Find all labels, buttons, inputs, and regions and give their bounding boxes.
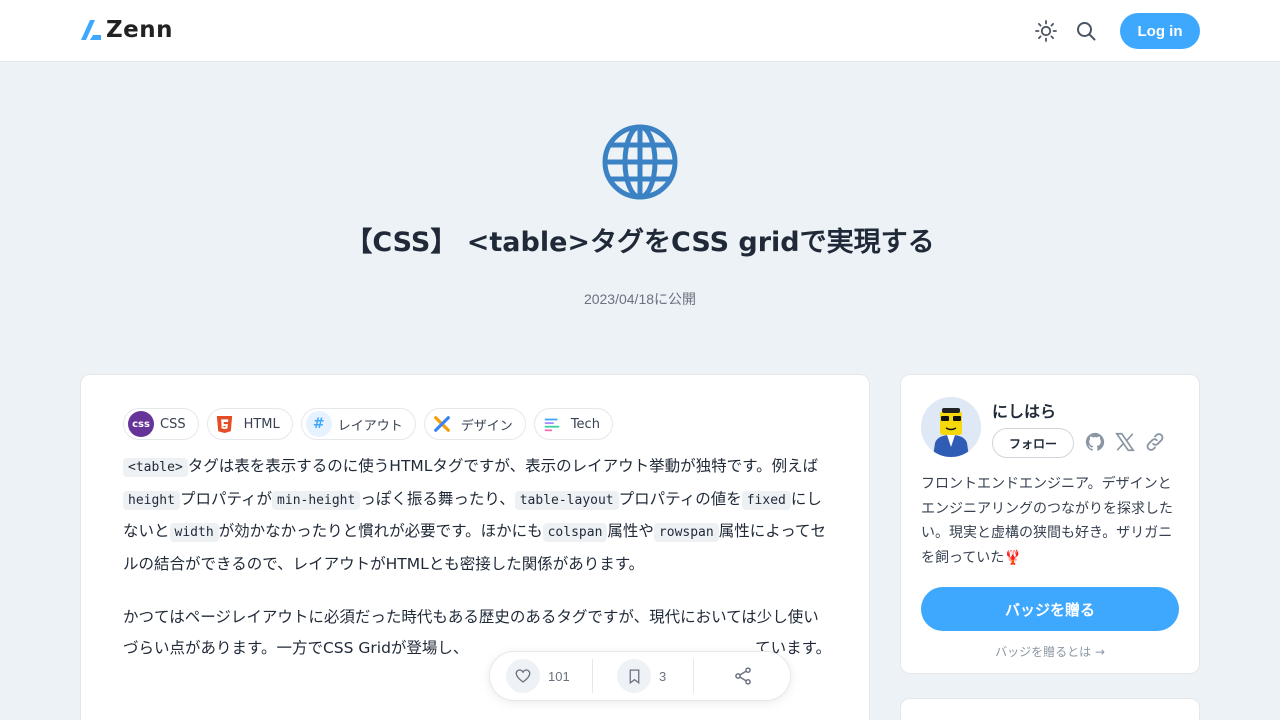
zenn-logo[interactable]: Zenn <box>80 17 173 43</box>
author-avatar[interactable] <box>921 397 981 457</box>
code-inline: rowspan <box>653 523 719 542</box>
text: 属性や <box>607 522 654 540</box>
author-name[interactable]: にしはら <box>992 398 1056 422</box>
search-button[interactable] <box>1074 19 1098 43</box>
sun-icon <box>1035 20 1057 42</box>
text: プロパティが <box>179 489 273 508</box>
css-icon: css <box>128 411 154 437</box>
hashtag-icon: # <box>305 411 332 437</box>
github-link[interactable] <box>1084 431 1108 455</box>
tag-tech[interactable]: Tech <box>533 408 613 440</box>
tag-layout[interactable]: # レイアウト <box>300 408 416 440</box>
code-inline: width <box>169 523 219 542</box>
text: タグは表を表示するのに使うHTMLタグですが、表示のレイアウト挙動が独特です。例… <box>187 457 819 475</box>
sidebar-card <box>900 698 1200 720</box>
follow-button[interactable]: フォロー <box>992 428 1074 458</box>
x-icon <box>1115 432 1135 452</box>
tag-label: CSS <box>160 416 186 432</box>
github-icon <box>1085 432 1105 451</box>
divider <box>693 659 694 693</box>
theme-toggle-button[interactable] <box>1034 19 1058 43</box>
tag-css[interactable]: css CSS <box>123 408 199 440</box>
share-button[interactable] <box>726 659 760 693</box>
tag-label: デザイン <box>460 418 513 434</box>
share-icon <box>726 659 760 693</box>
tag-label: Tech <box>570 416 600 432</box>
code-inline: <table> <box>123 458 188 477</box>
website-link[interactable] <box>1144 431 1168 455</box>
login-button[interactable]: Log in <box>1120 13 1200 49</box>
heart-icon <box>506 659 540 693</box>
badge-info-link[interactable]: バッジを贈るとは → <box>901 643 1199 660</box>
topic-tags: css CSS HTML # レイアウト デザイン Tech <box>123 408 613 440</box>
code-inline: fixed <box>741 490 791 510</box>
site-header: Zenn Log in <box>0 0 1280 62</box>
paragraph-1: <table> タグは表を表示するのに使うHTMLタグですが、表示のレイアウト挙動… <box>123 451 833 579</box>
author-profile-card: にしはら フォロー フロントエンドエンジニア。デザインとエンジニアリングのつなが… <box>900 374 1200 674</box>
send-badge-button[interactable]: バッジを贈る <box>921 587 1179 631</box>
design-icon <box>429 411 455 437</box>
code-inline: min-height <box>272 490 361 510</box>
tech-icon <box>539 411 565 437</box>
code-inline: colspan <box>542 523 608 542</box>
code-inline: height <box>123 490 180 510</box>
published-date: 2023/04/18に公開 <box>583 291 697 307</box>
search-icon <box>1077 22 1096 41</box>
divider <box>592 659 593 693</box>
logo-text: Zenn <box>106 17 174 43</box>
text: っぽく振る舞ったり、 <box>360 489 515 508</box>
text: が効かなかったりと慣れが必要です。ほかにも <box>218 522 543 540</box>
link-icon <box>1146 433 1164 451</box>
code-inline: table-layout <box>514 490 619 510</box>
bookmark-button[interactable]: 3 <box>617 659 693 693</box>
author-bio: フロントエンドエンジニア。デザインとエンジニアリングのつながりを探求したい。現実… <box>921 476 1173 566</box>
zenn-logo-icon <box>81 20 101 40</box>
tag-label: HTML <box>243 416 280 432</box>
globe-emoji-icon <box>602 124 678 200</box>
text: プロパティの値を <box>618 489 742 508</box>
like-button[interactable]: 101 <box>506 659 592 693</box>
bookmark-icon <box>617 659 651 693</box>
html5-icon <box>212 411 238 437</box>
bookmark-count: 3 <box>659 668 667 684</box>
tag-label: レイアウト <box>337 418 403 434</box>
tag-html[interactable]: HTML <box>206 408 293 440</box>
x-link[interactable] <box>1114 431 1138 455</box>
like-count: 101 <box>548 668 570 684</box>
tag-design[interactable]: デザイン <box>423 408 526 440</box>
article-title: 【CSS】 <table>タグをCSS gridで実現する <box>345 227 935 258</box>
floating-action-bar: 101 3 <box>489 651 791 701</box>
